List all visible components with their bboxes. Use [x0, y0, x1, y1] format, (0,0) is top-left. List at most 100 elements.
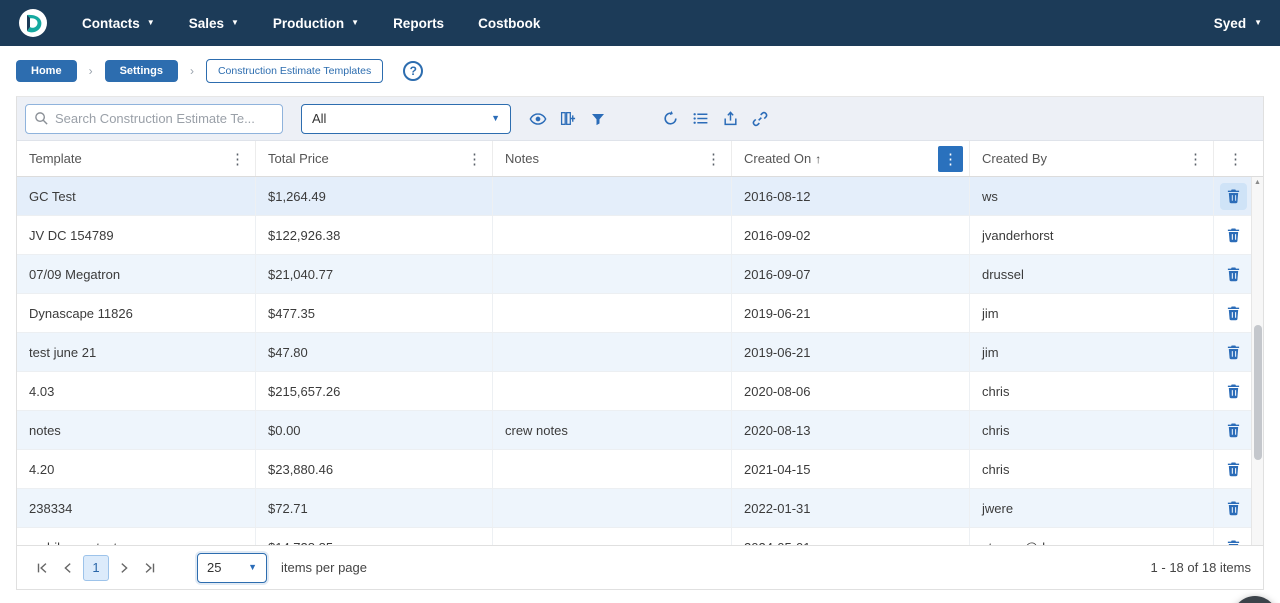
cell-created-on: 2019-06-21 — [732, 294, 970, 332]
column-header-created-on[interactable]: Created On ↑ ⋮ — [732, 141, 970, 176]
delete-button[interactable] — [1220, 183, 1247, 210]
column-header-created-by[interactable]: Created By ⋮ — [970, 141, 1214, 176]
column-menu-icon[interactable]: ⋮ — [1184, 150, 1207, 168]
refresh-button[interactable] — [655, 104, 685, 134]
table-row[interactable]: test june 21 $47.80 2019-06-21 jim — [17, 333, 1263, 372]
link-button[interactable] — [745, 104, 775, 134]
cell-template: mobile app test — [17, 528, 256, 545]
cell-created-by: chris — [970, 372, 1214, 410]
delete-button[interactable] — [1220, 417, 1247, 444]
column-header-actions[interactable]: ⋮ — [1214, 141, 1263, 176]
caret-down-icon: ▼ — [351, 19, 359, 27]
column-header-notes[interactable]: Notes ⋮ — [493, 141, 732, 176]
help-icon[interactable]: ? — [403, 61, 423, 81]
scroll-up-icon[interactable]: ▲ — [1252, 179, 1263, 186]
search-input[interactable] — [55, 111, 274, 126]
table-row[interactable]: Dynascape 11826 $477.35 2019-06-21 jim — [17, 294, 1263, 333]
table-row[interactable]: 07/09 Megatron $21,040.77 2016-09-07 dru… — [17, 255, 1263, 294]
cell-total-price: $72.71 — [256, 489, 493, 527]
trash-icon — [1226, 227, 1241, 243]
page-number-button[interactable]: 1 — [83, 555, 109, 581]
column-menu-icon[interactable]: ⋮ — [463, 150, 486, 168]
delete-button[interactable] — [1220, 339, 1247, 366]
first-page-icon — [35, 561, 49, 575]
table-row[interactable]: notes $0.00 crew notes 2020-08-13 chris — [17, 411, 1263, 450]
table-body-wrapper: GC Test $1,264.49 2016-08-12 ws JV DC 15… — [17, 177, 1263, 545]
previous-page-button[interactable] — [55, 555, 81, 581]
search-box[interactable] — [25, 104, 283, 134]
previous-page-icon — [61, 561, 75, 575]
caret-down-icon: ▼ — [491, 114, 500, 123]
delete-button[interactable] — [1220, 378, 1247, 405]
column-chooser-button[interactable] — [553, 104, 583, 134]
cell-template: 4.03 — [17, 372, 256, 410]
toggle-visibility-button[interactable] — [523, 104, 553, 134]
cell-total-price: $21,040.77 — [256, 255, 493, 293]
table-row[interactable]: mobile app test $14,728.85 2024-05-01 ct… — [17, 528, 1263, 545]
table-row[interactable]: JV DC 154789 $122,926.38 2016-09-02 jvan… — [17, 216, 1263, 255]
cell-created-on: 2021-04-15 — [732, 450, 970, 488]
cell-created-by: drussel — [970, 255, 1214, 293]
cell-notes — [493, 372, 732, 410]
column-header-total-price[interactable]: Total Price ⋮ — [256, 141, 493, 176]
trash-icon — [1226, 188, 1241, 204]
list-view-button[interactable] — [685, 104, 715, 134]
delete-button[interactable] — [1220, 222, 1247, 249]
delete-button[interactable] — [1220, 300, 1247, 327]
cell-template: 238334 — [17, 489, 256, 527]
nav-item-contacts[interactable]: Contacts ▼ — [82, 16, 155, 31]
breadcrumb-separator: › — [190, 64, 194, 78]
table-row[interactable]: 238334 $72.71 2022-01-31 jwere — [17, 489, 1263, 528]
table-row[interactable]: GC Test $1,264.49 2016-08-12 ws — [17, 177, 1263, 216]
export-button[interactable] — [715, 104, 745, 134]
first-page-button[interactable] — [29, 555, 55, 581]
columns-icon — [560, 110, 577, 127]
scrollbar-thumb[interactable] — [1254, 325, 1262, 460]
trash-icon — [1226, 539, 1241, 545]
cell-total-price: $215,657.26 — [256, 372, 493, 410]
nav-item-sales[interactable]: Sales ▼ — [189, 16, 239, 31]
app-logo-icon[interactable] — [18, 8, 48, 38]
column-menu-icon[interactable]: ⋮ — [1224, 150, 1247, 168]
delete-button[interactable] — [1220, 495, 1247, 522]
column-header-template[interactable]: Template ⋮ — [17, 141, 256, 176]
nav-item-production[interactable]: Production ▼ — [273, 16, 359, 31]
last-page-button[interactable] — [137, 555, 163, 581]
page-size-dropdown[interactable]: 25 ▼ — [197, 553, 267, 583]
cell-created-by: cturney@dynascape.com — [970, 528, 1214, 545]
column-menu-icon[interactable]: ⋮ — [226, 150, 249, 168]
delete-button[interactable] — [1220, 456, 1247, 483]
delete-button[interactable] — [1220, 534, 1247, 546]
cell-notes: crew notes — [493, 411, 732, 449]
nav-item-reports[interactable]: Reports — [393, 16, 444, 31]
user-menu[interactable]: Syed ▼ — [1214, 16, 1262, 31]
nav-item-costbook[interactable]: Costbook — [478, 16, 540, 31]
column-menu-icon[interactable]: ⋮ — [702, 150, 725, 168]
table-row[interactable]: 4.03 $215,657.26 2020-08-06 chris — [17, 372, 1263, 411]
column-menu-icon[interactable]: ⋮ — [938, 146, 963, 172]
delete-button[interactable] — [1220, 261, 1247, 288]
cell-created-by: jim — [970, 294, 1214, 332]
cell-created-on: 2016-08-12 — [732, 177, 970, 215]
filter-button[interactable] — [583, 104, 613, 134]
cell-template: JV DC 154789 — [17, 216, 256, 254]
breadcrumb-settings-button[interactable]: Settings — [105, 60, 178, 82]
cell-created-by: chris — [970, 450, 1214, 488]
breadcrumb-home-button[interactable]: Home — [16, 60, 77, 82]
cell-notes — [493, 333, 732, 371]
nav-item-label: Production — [273, 16, 344, 31]
trash-icon — [1226, 305, 1241, 321]
list-icon — [692, 110, 709, 127]
cell-total-price: $14,728.85 — [256, 528, 493, 545]
cell-total-price: $1,264.49 — [256, 177, 493, 215]
vertical-scrollbar[interactable]: ▲ — [1251, 177, 1263, 545]
filter-dropdown[interactable]: All ▼ — [301, 104, 511, 134]
help-fab-button[interactable]: ? — [1232, 596, 1278, 603]
cell-template: 4.20 — [17, 450, 256, 488]
table-row[interactable]: 4.20 $23,880.46 2021-04-15 chris — [17, 450, 1263, 489]
nav-item-label: Sales — [189, 16, 224, 31]
last-page-icon — [143, 561, 157, 575]
filter-dropdown-value: All — [312, 111, 491, 126]
next-page-button[interactable] — [111, 555, 137, 581]
column-label: Created By — [982, 151, 1184, 166]
